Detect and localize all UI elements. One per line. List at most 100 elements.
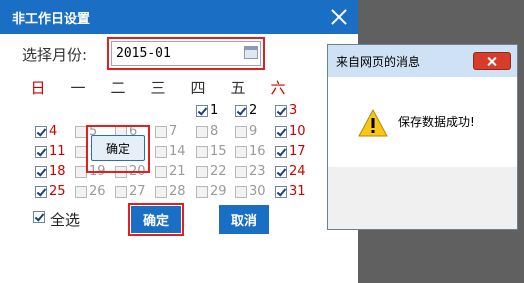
day-number: 21 xyxy=(169,164,186,179)
day-cell: 22 xyxy=(196,161,227,179)
day-number: 26 xyxy=(89,184,106,199)
day-cell: 7 xyxy=(155,121,177,139)
day-checkbox xyxy=(235,165,247,178)
ok-button[interactable]: 确定 xyxy=(91,135,145,161)
day-cell: 28 xyxy=(155,181,186,199)
day-cell: 24 xyxy=(275,161,306,179)
day-checkbox xyxy=(235,125,247,138)
confirm-button[interactable]: 确定 xyxy=(131,206,181,233)
day-checkbox[interactable] xyxy=(275,125,287,138)
day-number: 31 xyxy=(289,184,306,199)
close-icon[interactable] xyxy=(328,6,350,28)
message-title: 来自网页的消息 xyxy=(336,55,421,69)
non-workday-dialog: 非工作日设置 选择月份: 日 一 二 三 四 五 六 1234567891011… xyxy=(0,0,358,283)
day-cell: 8 xyxy=(196,121,218,139)
day-checkbox[interactable] xyxy=(275,165,287,178)
day-cell: 29 xyxy=(196,181,227,199)
close-icon[interactable] xyxy=(473,52,511,70)
weekday-sat: 六 xyxy=(270,79,286,97)
day-cell: 4 xyxy=(35,121,57,139)
day-cell: 2 xyxy=(235,100,257,118)
day-number: 8 xyxy=(210,124,219,139)
day-number: 2 xyxy=(249,103,258,118)
day-checkbox xyxy=(196,185,208,198)
day-number: 4 xyxy=(49,124,58,139)
day-checkbox[interactable] xyxy=(235,104,247,117)
select-all-checkbox[interactable] xyxy=(33,211,45,223)
day-number: 1 xyxy=(210,103,219,118)
day-checkbox[interactable] xyxy=(275,185,287,198)
day-number: 23 xyxy=(249,164,266,179)
day-cell: 11 xyxy=(35,141,66,159)
calendar-icon[interactable] xyxy=(244,46,258,59)
day-cell: 26 xyxy=(75,181,106,199)
day-number: 7 xyxy=(169,124,178,139)
day-checkbox xyxy=(196,165,208,178)
day-cell: 25 xyxy=(35,181,66,199)
cancel-button[interactable]: 取消 xyxy=(219,205,269,234)
day-checkbox[interactable] xyxy=(275,145,287,158)
message-title-bar: 来自网页的消息 xyxy=(328,45,517,77)
select-all-label: 全选 xyxy=(50,211,81,229)
day-checkbox[interactable] xyxy=(35,185,47,198)
day-number: 29 xyxy=(210,184,227,199)
day-cell: 3 xyxy=(275,100,297,118)
day-number: 3 xyxy=(289,103,298,118)
day-checkbox[interactable] xyxy=(35,125,47,138)
warning-icon xyxy=(358,109,388,137)
day-number: 18 xyxy=(49,164,66,179)
day-checkbox[interactable] xyxy=(196,104,208,117)
day-cell: 10 xyxy=(275,121,306,139)
dialog-title-bar: 非工作日设置 xyxy=(0,0,358,34)
day-number: 14 xyxy=(169,144,186,159)
day-cell: 14 xyxy=(155,141,186,159)
day-cell: 23 xyxy=(235,161,266,179)
day-cell: 31 xyxy=(275,181,306,199)
day-number: 16 xyxy=(249,144,266,159)
day-number: 28 xyxy=(169,184,186,199)
day-checkbox xyxy=(196,145,208,158)
day-number: 17 xyxy=(289,144,306,159)
day-number: 22 xyxy=(210,164,227,179)
month-label: 选择月份: xyxy=(22,46,88,64)
day-cell: 21 xyxy=(155,161,186,179)
day-checkbox xyxy=(235,145,247,158)
message-text: 保存数据成功! xyxy=(398,115,475,129)
day-checkbox xyxy=(75,185,87,198)
day-number: 15 xyxy=(210,144,227,159)
day-number: 25 xyxy=(49,184,66,199)
day-checkbox xyxy=(155,145,167,158)
day-number: 9 xyxy=(249,124,258,139)
day-cell: 1 xyxy=(196,100,218,118)
day-cell: 30 xyxy=(235,181,266,199)
weekday-wed: 三 xyxy=(150,79,166,97)
message-footer xyxy=(328,167,517,229)
day-checkbox[interactable] xyxy=(35,145,47,158)
day-cell: 15 xyxy=(196,141,227,159)
message-dialog: 来自网页的消息 保存数据成功! xyxy=(327,44,518,230)
day-cell: 18 xyxy=(35,161,66,179)
weekday-sun: 日 xyxy=(30,79,46,97)
day-number: 24 xyxy=(289,164,306,179)
day-cell: 17 xyxy=(275,141,306,159)
day-cell: 9 xyxy=(235,121,257,139)
day-checkbox[interactable] xyxy=(35,165,47,178)
day-cell: 27 xyxy=(115,181,146,199)
day-number: 10 xyxy=(289,124,306,139)
day-cell: 16 xyxy=(235,141,266,159)
day-checkbox[interactable] xyxy=(275,104,287,117)
weekday-thu: 四 xyxy=(190,79,206,97)
weekday-tue: 二 xyxy=(110,79,126,97)
day-checkbox xyxy=(115,185,127,198)
day-checkbox xyxy=(155,185,167,198)
weekday-mon: 一 xyxy=(70,79,86,97)
day-number: 11 xyxy=(49,144,66,159)
day-checkbox xyxy=(155,125,167,138)
dialog-title: 非工作日设置 xyxy=(12,12,91,27)
day-checkbox xyxy=(155,165,167,178)
month-input[interactable] xyxy=(111,41,261,66)
day-number: 30 xyxy=(249,184,266,199)
weekday-fri: 五 xyxy=(230,79,246,97)
day-checkbox xyxy=(235,185,247,198)
day-number: 27 xyxy=(129,184,146,199)
